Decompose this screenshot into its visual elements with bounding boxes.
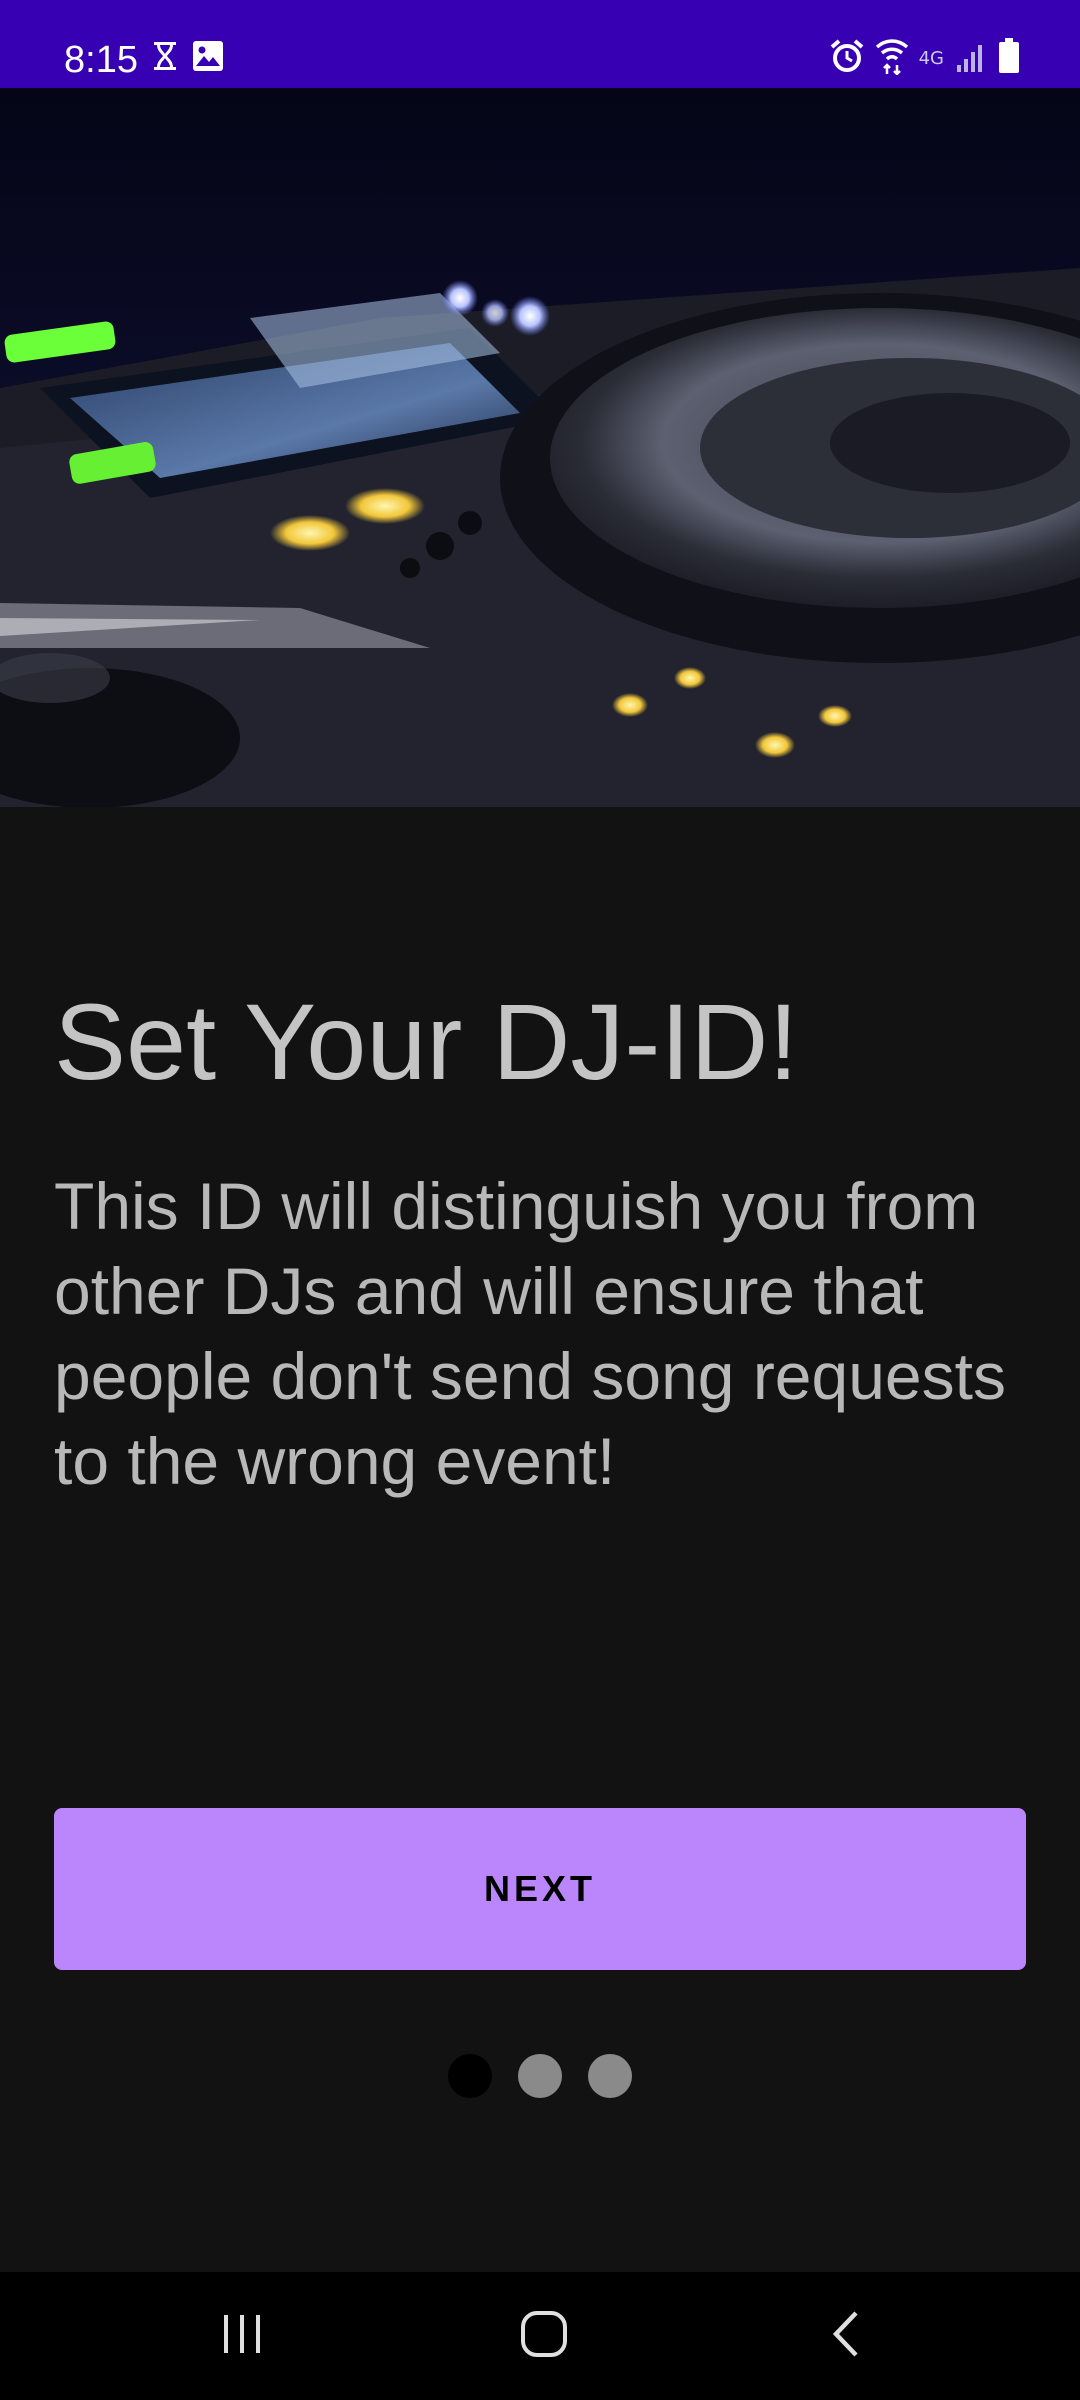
page-title: Set Your DJ-ID! [54,981,799,1102]
page-dot-2[interactable] [518,2054,562,2098]
status-left-icons [152,38,224,78]
back-icon [826,2309,866,2364]
back-button[interactable] [786,2272,906,2400]
onboarding-screen: 8:15 4G Set Your DJ-ID! This ID will dis… [0,0,1080,2400]
page-indicator [0,2054,1080,2100]
status-time: 8:15 [64,39,138,81]
next-button[interactable]: NEXT [54,1808,1026,1970]
hero-dj-controller-image [0,88,1080,807]
battery-icon [998,37,1020,79]
home-button[interactable] [484,2272,604,2400]
description-text: This ID will distinguish you from other … [54,1169,1006,1498]
hourglass-icon [152,40,178,77]
page-dot-3[interactable] [588,2054,632,2098]
system-navigation-bar [0,2272,1080,2400]
home-icon [519,2309,569,2364]
status-right-icons: 4G [829,36,1020,80]
image-icon [192,40,224,77]
network-type: 4G [918,47,944,69]
alarm-icon [829,38,865,79]
signal-icon [956,39,988,78]
wifi-icon [875,37,909,80]
recents-button[interactable] [182,2272,302,2400]
recents-icon [220,2312,264,2361]
status-bar: 8:15 4G [0,0,1080,88]
page-dot-1[interactable] [448,2054,492,2098]
